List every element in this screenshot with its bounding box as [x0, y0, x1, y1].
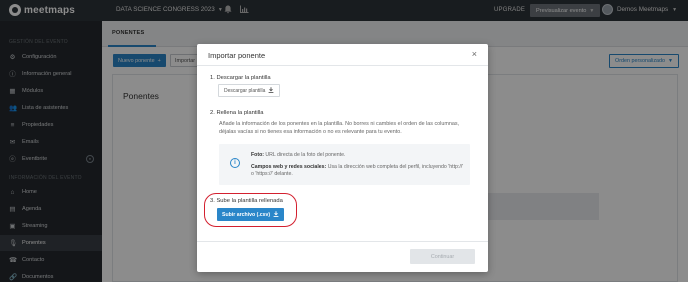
step2-description: Añade la información de los ponentes en … [219, 121, 460, 135]
info-photo-text: URL directa de la foto del ponente. [265, 152, 346, 158]
download-template-button[interactable]: Descargar plantilla [218, 84, 281, 97]
modal-header: Importar ponente × [197, 44, 488, 66]
info-photo: Foto: URL directa de la foto del ponente… [251, 152, 466, 159]
info-web: Campos web y redes sociales: Usa la dire… [251, 164, 466, 178]
highlight-annotation [204, 193, 297, 227]
import-speaker-modal: Importar ponente × 1. Descargar la plant… [197, 44, 488, 272]
download-template-label: Descargar plantilla [224, 87, 266, 94]
modal-divider [197, 241, 488, 242]
step1-title: 1. Descargar la plantilla [210, 75, 271, 81]
info-box: i Foto: URL directa de la foto del ponen… [219, 144, 470, 185]
download-icon [268, 86, 274, 95]
continue-button[interactable]: Continuar [410, 249, 475, 264]
modal-title: Importar ponente [208, 51, 266, 60]
info-web-label: Campos web y redes sociales: [251, 164, 327, 170]
info-icon: i [230, 158, 240, 168]
close-icon[interactable]: × [472, 49, 477, 59]
continue-label: Continuar [430, 253, 455, 260]
step2-title: 2. Rellena la plantilla [210, 110, 264, 116]
info-photo-label: Foto: [251, 152, 264, 158]
